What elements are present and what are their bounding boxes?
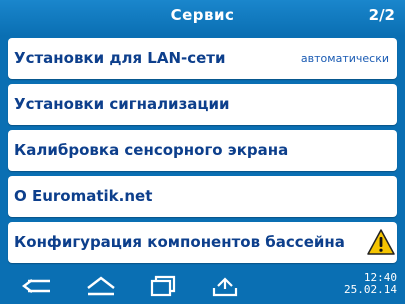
menu-item-value: автоматически xyxy=(300,52,389,65)
home-icon[interactable] xyxy=(84,274,118,298)
back-icon[interactable] xyxy=(20,274,54,298)
service-menu: Установки для LAN-сети автоматически Уст… xyxy=(8,38,397,268)
menu-item-about[interactable]: О Euromatik.net xyxy=(8,176,397,217)
menu-item-alarm-settings[interactable]: Установки сигнализации xyxy=(8,84,397,125)
page-indicator: 2/2 xyxy=(368,6,395,24)
menu-item-label: Калибровка сенсорного экрана xyxy=(14,141,289,159)
menu-item-label: Конфигурация компонентов бассейна xyxy=(14,233,345,251)
bottom-nav-bar: 12:40 25.02.14 xyxy=(0,268,405,304)
warning-icon xyxy=(367,229,395,255)
clock: 12:40 25.02.14 xyxy=(344,272,397,296)
windows-icon[interactable] xyxy=(146,274,180,298)
menu-item-pool-config[interactable]: Конфигурация компонентов бассейна xyxy=(8,222,397,263)
menu-item-label: Установки для LAN-сети xyxy=(14,49,226,67)
menu-item-label: Установки сигнализации xyxy=(14,95,230,113)
menu-item-touch-calibration[interactable]: Калибровка сенсорного экрана xyxy=(8,130,397,171)
page-title: Сервис xyxy=(170,6,235,24)
title-bar: Сервис 2/2 xyxy=(0,0,405,36)
eject-icon[interactable] xyxy=(208,274,242,298)
menu-item-label: О Euromatik.net xyxy=(14,187,153,205)
clock-date: 25.02.14 xyxy=(344,283,397,296)
menu-item-lan-settings[interactable]: Установки для LAN-сети автоматически xyxy=(8,38,397,79)
